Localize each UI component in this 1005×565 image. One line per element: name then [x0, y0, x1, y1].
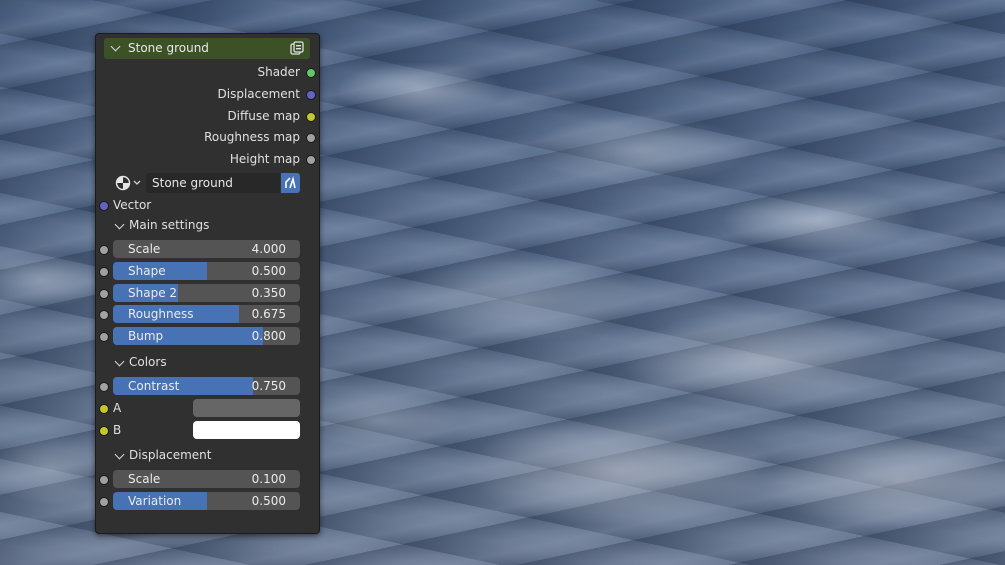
input-socket-color-b[interactable]: [99, 426, 109, 436]
contrast-value: 0.750: [251, 379, 286, 393]
panel-colors-chevron-icon: [114, 356, 125, 367]
color-b-swatch[interactable]: [193, 421, 300, 439]
output-socket-shader[interactable]: [306, 68, 316, 78]
color-b-label: B: [113, 423, 122, 437]
panel-displacement-chevron-icon: [114, 449, 125, 460]
input-socket-vector[interactable]: [99, 201, 109, 211]
input-socket-shape[interactable]: [99, 267, 109, 277]
shape-2-label: Shape 2: [128, 286, 178, 300]
node-header[interactable]: Stone ground: [104, 38, 310, 59]
input-socket-contrast[interactable]: [99, 382, 109, 392]
input-label-vector: Vector: [113, 198, 152, 212]
fake-user-icon: [285, 176, 296, 189]
output-label-height-map: Height map: [229, 152, 300, 166]
node-tree-type-dropdown[interactable]: [113, 173, 143, 193]
input-socket-color-a[interactable]: [99, 404, 109, 414]
output-socket-roughness-map[interactable]: [306, 133, 316, 143]
output-socket-diffuse-map[interactable]: [306, 112, 316, 122]
output-socket-displacement[interactable]: [306, 90, 316, 100]
roughness-label: Roughness: [128, 307, 194, 321]
output-label-roughness-map: Roughness map: [204, 130, 300, 144]
node-group-name-field[interactable]: Stone ground: [146, 173, 280, 193]
input-socket-shape-2[interactable]: [99, 289, 109, 299]
scale-label: Scale: [128, 242, 161, 256]
stone-ground-node[interactable]: Stone ground Shader Displacement Diffuse…: [95, 33, 320, 534]
panel-displacement[interactable]: Displacement: [111, 446, 301, 466]
displacement-scale-label: Scale: [128, 472, 161, 486]
output-label-diffuse-map: Diffuse map: [227, 109, 300, 123]
shape-label: Shape: [128, 264, 166, 278]
variation-value: 0.500: [251, 494, 286, 508]
node-group-icon[interactable]: [290, 41, 304, 55]
output-label-displacement: Displacement: [217, 87, 301, 101]
panel-main-settings[interactable]: Main settings: [111, 216, 301, 236]
displacement-scale-value: 0.100: [251, 472, 286, 486]
panel-displacement-label: Displacement: [129, 448, 212, 462]
input-socket-bump[interactable]: [99, 332, 109, 342]
color-a-label: A: [113, 401, 122, 415]
collapse-chevron-icon[interactable]: [110, 41, 121, 52]
contrast-label: Contrast: [128, 379, 180, 393]
output-label-shader: Shader: [257, 65, 300, 79]
input-socket-scale[interactable]: [99, 245, 109, 255]
input-socket-roughness[interactable]: [99, 310, 109, 320]
bump-value: 0.800: [251, 329, 286, 343]
panel-colors-label: Colors: [129, 355, 167, 369]
shape-2-slider[interactable]: Shape 2 0.350: [113, 284, 300, 302]
node-group-name: Stone ground: [152, 176, 233, 190]
variation-slider[interactable]: Variation 0.500: [113, 492, 300, 510]
input-socket-variation[interactable]: [99, 497, 109, 507]
node-group-selector[interactable]: Stone ground: [113, 173, 301, 193]
fake-user-button[interactable]: [281, 173, 300, 193]
roughness-slider[interactable]: Roughness 0.675: [113, 305, 300, 323]
bump-slider[interactable]: Bump 0.800: [113, 327, 300, 345]
input-socket-displacement-scale[interactable]: [99, 475, 109, 485]
shape-slider[interactable]: Shape 0.500: [113, 262, 300, 280]
bump-label: Bump: [128, 329, 164, 343]
scale-value: 4.000: [251, 242, 286, 256]
node-title: Stone ground: [128, 41, 209, 55]
contrast-slider[interactable]: Contrast 0.750: [113, 377, 300, 395]
scale-field[interactable]: Scale 4.000: [113, 240, 300, 258]
variation-label: Variation: [128, 494, 182, 508]
displacement-scale-field[interactable]: Scale 0.100: [113, 470, 300, 488]
color-a-swatch[interactable]: [193, 399, 300, 417]
panel-main-settings-label: Main settings: [129, 218, 210, 232]
roughness-value: 0.675: [251, 307, 286, 321]
shape-2-value: 0.350: [251, 286, 286, 300]
shape-value: 0.500: [251, 264, 286, 278]
node-tree-icon: [115, 175, 141, 191]
output-socket-height-map[interactable]: [306, 155, 316, 165]
panel-colors[interactable]: Colors: [111, 353, 301, 373]
panel-main-settings-chevron-icon: [114, 219, 125, 230]
